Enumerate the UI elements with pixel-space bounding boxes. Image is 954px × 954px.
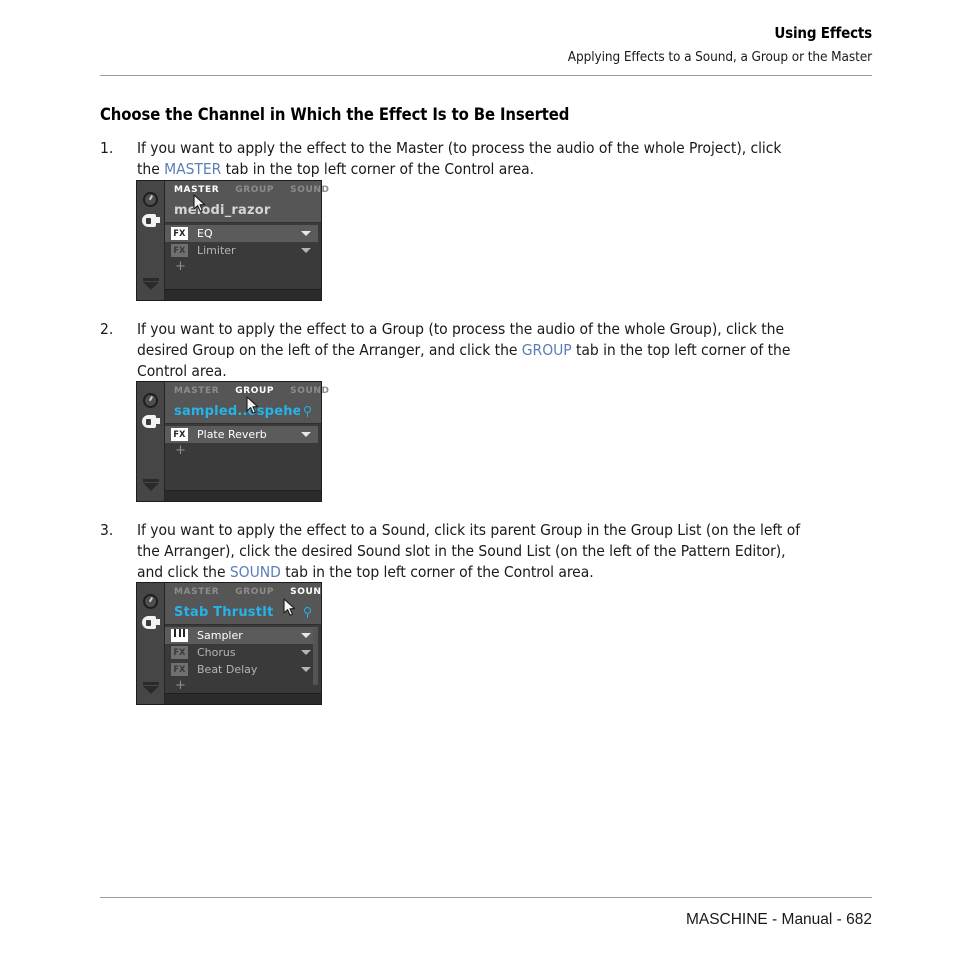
channel-tabs: MASTER GROUP SOUND: [165, 382, 329, 399]
chevron-down-icon[interactable]: [143, 686, 159, 694]
panel-body: MASTER GROUP SOUND Stab ThrustIt Sampler…: [165, 583, 329, 704]
add-plugin-button[interactable]: +: [165, 443, 321, 458]
fx-badge-icon: FX: [171, 663, 188, 676]
channel-name-row: Stab ThrustIt: [165, 600, 321, 625]
channel-name-row: sampled..ospehere: [165, 399, 321, 424]
footer-text: MASCHINE - Manual - 682: [685, 911, 872, 928]
chevron-down-icon[interactable]: [143, 282, 159, 290]
tab-master[interactable]: MASTER: [174, 185, 219, 195]
inline-keyword: SOUND: [229, 563, 281, 581]
search-icon[interactable]: [304, 405, 315, 417]
panel-icon-rail: [137, 181, 165, 300]
panel-icon-rail: [137, 583, 165, 704]
page-title: Choose the Channel in Which the Effect I…: [100, 105, 570, 124]
chevron-down-icon[interactable]: [301, 231, 311, 236]
chevron-down-icon[interactable]: [301, 432, 311, 437]
tab-sound[interactable]: SOUND: [290, 587, 329, 597]
plugin-slot-label: Sampler: [197, 629, 243, 642]
plug-icon[interactable]: [142, 214, 160, 227]
chevron-down-icon[interactable]: [301, 667, 311, 672]
tab-group[interactable]: GROUP: [235, 587, 274, 597]
chevron-down-icon[interactable]: [301, 248, 311, 253]
step-number: 3.: [100, 521, 114, 539]
tab-sound[interactable]: SOUND: [290, 386, 329, 396]
channel-name[interactable]: sampled..ospehere: [174, 404, 300, 419]
knob-icon[interactable]: [143, 594, 158, 609]
panel-body: MASTER GROUP SOUND sampled..ospehere FX …: [165, 382, 329, 501]
fx-badge-icon: FX: [171, 646, 188, 659]
channel-name-row: melodi_razor: [165, 198, 321, 223]
plug-icon[interactable]: [142, 415, 160, 428]
plugin-slot[interactable]: FX Plate Reverb: [165, 426, 318, 443]
plugin-slot[interactable]: FX EQ: [165, 225, 318, 242]
screenshot-master-panel: MASTER GROUP SOUND melodi_razor FX EQ FX…: [136, 180, 329, 301]
plug-icon[interactable]: [142, 616, 160, 629]
panel-icon-rail: [137, 382, 165, 501]
add-plugin-button[interactable]: +: [165, 259, 321, 274]
step-item-3: 3. If you want to apply the effect to a …: [100, 520, 880, 583]
keyboard-icon: [171, 629, 188, 642]
fx-badge-icon: FX: [171, 428, 188, 441]
channel-name[interactable]: melodi_razor: [174, 203, 315, 218]
plugin-slot[interactable]: Sampler: [165, 627, 318, 644]
inline-text: tab in the top left corner of the Contro…: [221, 160, 534, 178]
collapse-bar-icon[interactable]: [143, 278, 159, 281]
step-number: 1.: [100, 139, 114, 157]
inline-keyword: MASTER: [164, 160, 222, 178]
chevron-down-icon[interactable]: [143, 483, 159, 491]
step-item-1: 1. If you want to apply the effect to th…: [100, 138, 880, 180]
inline-text: tab in the top left corner of the Contro…: [280, 563, 594, 581]
panel-footer-strip: [165, 289, 321, 300]
collapse-bar-icon[interactable]: [143, 682, 159, 685]
chevron-down-icon[interactable]: [301, 633, 311, 638]
collapse-bar-icon[interactable]: [143, 479, 159, 482]
fx-badge-icon: FX: [171, 244, 188, 257]
step-number: 2.: [100, 320, 114, 338]
channel-tabs: MASTER GROUP SOUND: [165, 181, 329, 198]
plugin-slot-list: Sampler FX Chorus FX Beat Delay +: [165, 625, 321, 693]
plugin-slot[interactable]: FX Beat Delay: [165, 661, 318, 678]
header-divider: [100, 75, 872, 76]
knob-icon[interactable]: [143, 393, 158, 408]
vertical-scrollbar[interactable]: [313, 628, 318, 685]
tab-master[interactable]: MASTER: [174, 386, 219, 396]
plugin-slot-label: Chorus: [197, 646, 236, 659]
screenshot-sound-panel: MASTER GROUP SOUND Stab ThrustIt Sampler…: [136, 582, 329, 705]
plugin-slot-list: FX EQ FX Limiter +: [165, 223, 321, 289]
add-plugin-button[interactable]: +: [165, 678, 321, 693]
search-icon[interactable]: [304, 606, 315, 618]
panel-footer-strip: [165, 490, 321, 501]
footer-divider: [100, 897, 872, 898]
plugin-slot-label: Plate Reverb: [197, 428, 267, 441]
screenshot-group-panel: MASTER GROUP SOUND sampled..ospehere FX …: [136, 381, 329, 502]
plugin-slot-list: FX Plate Reverb +: [165, 424, 321, 490]
inline-keyword: GROUP: [521, 341, 572, 359]
step-text: If you want to apply the effect to a Sou…: [137, 520, 807, 583]
plugin-slot[interactable]: FX Limiter: [165, 242, 318, 259]
tab-master[interactable]: MASTER: [174, 587, 219, 597]
step-text: If you want to apply the effect to the M…: [137, 138, 807, 180]
tab-group[interactable]: GROUP: [235, 386, 274, 396]
panel-footer-strip: [165, 693, 321, 704]
channel-name[interactable]: Stab ThrustIt: [174, 605, 300, 620]
page-header: Using Effects Applying Effects to a Soun…: [100, 24, 872, 66]
tab-sound[interactable]: SOUND: [290, 185, 329, 195]
chevron-down-icon[interactable]: [301, 650, 311, 655]
tab-group[interactable]: GROUP: [235, 185, 274, 195]
plugin-slot-label: EQ: [197, 227, 213, 240]
plugin-slot[interactable]: FX Chorus: [165, 644, 318, 661]
knob-icon[interactable]: [143, 192, 158, 207]
channel-tabs: MASTER GROUP SOUND: [165, 583, 329, 600]
step-item-2: 2. If you want to apply the effect to a …: [100, 319, 880, 382]
plugin-slot-label: Limiter: [197, 244, 236, 257]
step-text: If you want to apply the effect to a Gro…: [137, 319, 807, 382]
header-subtitle: Applying Effects to a Sound, a Group or …: [567, 49, 872, 65]
plugin-slot-label: Beat Delay: [197, 663, 258, 676]
fx-badge-icon: FX: [171, 227, 188, 240]
header-title: Using Effects: [774, 24, 872, 42]
panel-body: MASTER GROUP SOUND melodi_razor FX EQ FX…: [165, 181, 329, 300]
